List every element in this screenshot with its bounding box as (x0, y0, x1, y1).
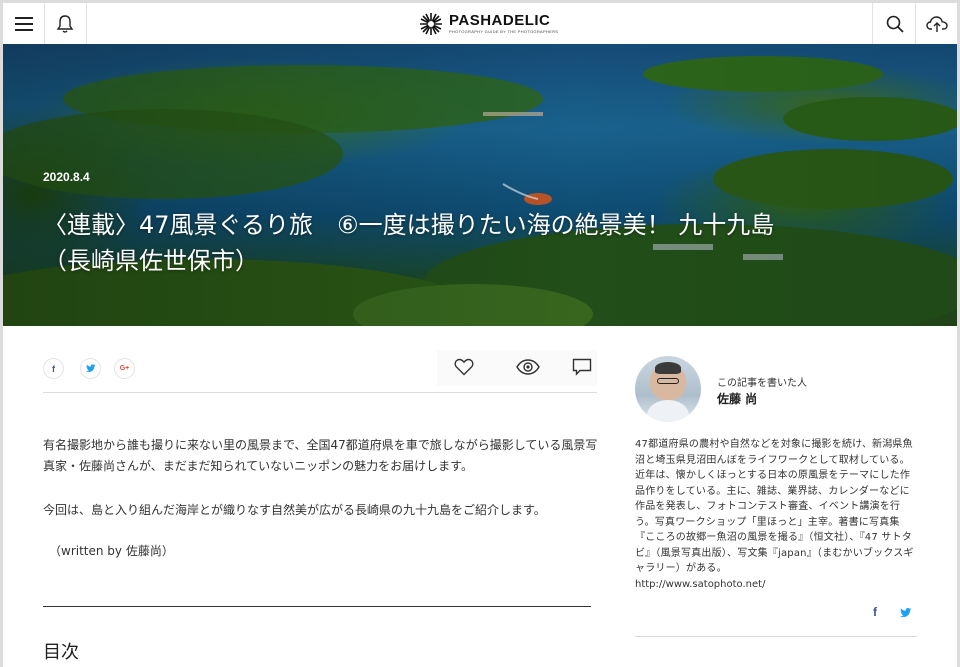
hamburger-icon (14, 16, 33, 31)
article-title-line2: （長崎県佐世保市） (43, 247, 259, 275)
eye-icon (516, 359, 540, 375)
logo-tagline: PHOTOGRAPHY GUIDE BY THE PHOTOGRAPHERS (449, 29, 559, 34)
page-frame: PASHADELIC PHOTOGRAPHY GUIDE BY THE PHOT… (3, 3, 957, 667)
share-google-button[interactable]: G+ (114, 358, 135, 379)
bell-icon (56, 14, 74, 33)
article-title-line1: 〈連載〉47風景ぐるり旅 ⑥一度は撮りたい海の絶景美！ 九十九島 (43, 211, 775, 239)
hero-scenery (3, 56, 957, 326)
share-facebook-button[interactable]: f (43, 358, 64, 379)
author-avatar[interactable] (635, 356, 701, 422)
divider (43, 392, 597, 393)
comment-icon (572, 358, 592, 376)
heart-icon (454, 358, 474, 376)
article-title: 〈連載〉47風景ぐるり旅 ⑥一度は撮りたい海の絶景美！ 九十九島 （長崎県佐世保… (43, 207, 923, 279)
like-button[interactable] (451, 354, 477, 380)
cloud-upload-icon (926, 15, 948, 32)
author-website-link[interactable]: http://www.satophoto.net/ (635, 579, 765, 590)
author-bio: 47都道府県の農村や自然などを対象に撮影を続け、新潟県魚沼と埼玉県見沼田んぼをラ… (635, 439, 914, 574)
toc-heading: 目次 (43, 642, 79, 663)
author-twitter-link[interactable] (900, 607, 912, 621)
menu-button[interactable] (3, 3, 45, 44)
google-plus-icon: G+ (119, 365, 130, 372)
facebook-icon: f (873, 605, 877, 619)
upload-button[interactable] (915, 3, 957, 44)
article-paragraph: 今回は、島と入り組んだ海岸とが織りなす自然美が広がる長崎県の九十九島をご紹介しま… (43, 503, 546, 517)
twitter-icon (85, 364, 96, 372)
article-intro-paragraph: 有名撮影地から誰も撮りに来ない里の風景まで、全国47都道府県を車で旅しながら撮影… (43, 438, 598, 473)
author-label: この記事を書いた人 (717, 378, 807, 389)
logo-wordmark: PASHADELIC (449, 12, 551, 29)
search-icon (886, 15, 904, 33)
article-byline: （written by 佐藤尚） (49, 544, 174, 558)
hero-image: 2020.8.4 〈連載〉47風景ぐるり旅 ⑥一度は撮りたい海の絶景美！ 九十九… (3, 44, 957, 326)
toc-divider (43, 606, 591, 607)
author-facebook-link[interactable]: f (873, 605, 877, 619)
views-button[interactable] (515, 354, 541, 380)
starburst-logo-icon (420, 13, 442, 35)
notifications-button[interactable] (44, 3, 87, 44)
share-twitter-button[interactable] (80, 358, 101, 379)
author-name[interactable]: 佐藤 尚 (717, 390, 757, 407)
site-header: PASHADELIC PHOTOGRAPHY GUIDE BY THE PHOT… (3, 3, 957, 45)
facebook-icon: f (52, 363, 55, 374)
search-button[interactable] (872, 3, 916, 44)
twitter-icon (900, 608, 912, 618)
article-date: 2020.8.4 (43, 170, 90, 184)
site-logo[interactable]: PASHADELIC PHOTOGRAPHY GUIDE BY THE PHOT… (419, 10, 558, 38)
sidebar-divider (635, 636, 917, 637)
comment-button[interactable] (569, 354, 595, 380)
